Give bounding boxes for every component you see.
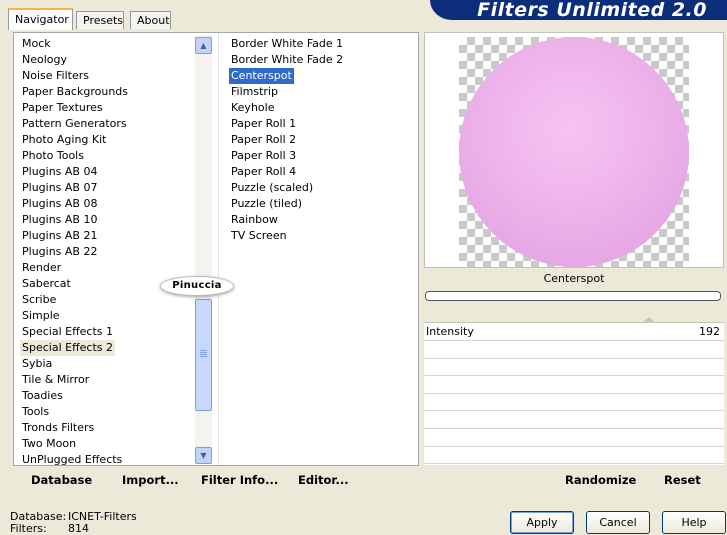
category-item[interactable]: Sabercat <box>22 276 71 292</box>
category-item[interactable]: Plugins AB 22 <box>22 244 97 260</box>
tab-presets[interactable]: Presets <box>76 11 124 29</box>
help-button-label: Help <box>681 516 707 529</box>
status-area: Database: ICNET-Filters Filters: 814 <box>10 511 137 535</box>
watermark-logo: Pinuccia <box>160 276 234 296</box>
status-filters-label: Filters: <box>10 522 47 535</box>
filter-list: Border White Fade 1 Border White Fade 2 Ce… <box>218 33 419 465</box>
tab-presets-label: Presets <box>83 14 124 27</box>
category-item[interactable]: UnPlugged Effects <box>22 452 122 465</box>
category-item[interactable]: Sybia <box>22 356 52 372</box>
filter-item[interactable]: Paper Roll 4 <box>231 164 296 180</box>
tab-navigator-label: Navigator <box>15 13 69 26</box>
category-item[interactable]: Paper Backgrounds <box>22 84 128 100</box>
filter-item[interactable]: Paper Roll 2 <box>231 132 296 148</box>
filter-item[interactable]: Paper Roll 3 <box>231 148 296 164</box>
category-item[interactable]: Scribe <box>22 292 56 308</box>
filter-item[interactable]: Keyhole <box>231 100 274 116</box>
tab-navigator[interactable]: Navigator <box>8 8 73 30</box>
progress-bar <box>425 291 721 301</box>
parameter-list: Intensity 192 <box>424 317 724 465</box>
database-button[interactable]: Database <box>31 473 92 487</box>
apply-button[interactable]: Apply <box>510 511 574 534</box>
filter-item[interactable]: Filmstrip <box>231 84 278 100</box>
category-item[interactable]: Plugins AB 04 <box>22 164 97 180</box>
grip-icon <box>200 350 207 358</box>
param-row <box>424 393 724 412</box>
slider-marker-icon[interactable] <box>642 317 656 323</box>
category-item[interactable]: Photo Aging Kit <box>22 132 106 148</box>
status-filters-value: 814 <box>68 522 89 535</box>
banner: Filters Unlimited 2.0 <box>430 0 727 21</box>
category-item[interactable]: Special Effects 1 <box>22 324 113 340</box>
centerspot-preview-disc <box>459 37 689 267</box>
filter-item[interactable]: TV Screen <box>231 228 287 244</box>
filter-item[interactable]: Puzzle (scaled) <box>231 180 313 196</box>
category-item[interactable]: Simple <box>22 308 60 324</box>
category-item[interactable]: Plugins AB 07 <box>22 180 97 196</box>
category-item[interactable]: Photo Tools <box>22 148 84 164</box>
editor-button[interactable]: Editor... <box>298 473 349 487</box>
category-item[interactable]: Special Effects 2 <box>20 340 116 356</box>
reset-button[interactable]: Reset <box>664 473 701 487</box>
category-item[interactable]: Two Moon <box>22 436 76 452</box>
category-scrollbar[interactable]: ▲ ▼ <box>195 35 212 464</box>
chevron-up-icon: ▲ <box>200 41 207 50</box>
filter-item[interactable]: Centerspot <box>229 68 294 84</box>
banner-title: Filters Unlimited 2.0 <box>477 0 707 21</box>
filter-item[interactable]: Rainbow <box>231 212 278 228</box>
filter-item[interactable]: Border White Fade 2 <box>231 52 343 68</box>
category-item[interactable]: Noise Filters <box>22 68 89 84</box>
param-row[interactable]: Intensity 192 <box>424 317 724 341</box>
category-item[interactable]: Render <box>22 260 61 276</box>
tab-about-label: About <box>137 14 170 27</box>
cancel-button-label: Cancel <box>599 516 637 529</box>
randomize-button[interactable]: Randomize <box>565 473 636 487</box>
category-item[interactable]: Neology <box>22 52 67 68</box>
navigator-button-bar: Database Import... Filter Info... Editor… <box>13 466 419 496</box>
cancel-button[interactable]: Cancel <box>586 511 650 534</box>
preview-filter-name: Centerspot <box>543 272 605 285</box>
param-row <box>424 341 724 359</box>
category-item[interactable]: Plugins AB 21 <box>22 228 97 244</box>
category-item[interactable]: Tronds Filters <box>22 420 94 436</box>
param-row <box>424 376 724 394</box>
apply-button-label: Apply <box>526 516 558 529</box>
category-item[interactable]: Toadies <box>22 388 63 404</box>
param-row <box>424 446 724 465</box>
category-item[interactable]: Tile & Mirror <box>22 372 89 388</box>
filter-item[interactable]: Puzzle (tiled) <box>231 196 302 212</box>
category-item[interactable]: Mock <box>22 36 51 52</box>
tab-about[interactable]: About <box>130 11 171 29</box>
chevron-down-icon: ▼ <box>200 451 207 460</box>
filter-info-button[interactable]: Filter Info... <box>201 473 278 487</box>
status-filters: Filters: 814 <box>10 523 137 535</box>
param-row <box>424 411 724 429</box>
param-value: 192 <box>699 325 720 338</box>
param-row <box>424 429 724 447</box>
navigator-panel: Mock Neology Noise Filters Paper Background… <box>13 32 419 466</box>
param-label: Intensity <box>426 325 474 338</box>
category-item[interactable]: Plugins AB 08 <box>22 196 97 212</box>
scroll-up-button[interactable]: ▲ <box>195 37 212 54</box>
category-item[interactable]: Paper Textures <box>22 100 103 116</box>
preview-image <box>459 37 689 267</box>
category-item[interactable]: Pattern Generators <box>22 116 127 132</box>
preview-button-bar: Randomize Reset <box>424 466 724 496</box>
category-item[interactable]: Plugins AB 10 <box>22 212 97 228</box>
filter-item[interactable]: Border White Fade 1 <box>231 36 343 52</box>
param-row <box>424 358 724 377</box>
category-item[interactable]: Tools <box>22 404 49 420</box>
preview-box <box>424 32 724 268</box>
filter-item[interactable]: Paper Roll 1 <box>231 116 296 132</box>
scroll-thumb[interactable] <box>195 299 212 411</box>
help-button[interactable]: Help <box>662 511 726 534</box>
category-list: Mock Neology Noise Filters Paper Background… <box>14 33 194 465</box>
import-button[interactable]: Import... <box>122 473 179 487</box>
scroll-down-button[interactable]: ▼ <box>195 447 212 464</box>
